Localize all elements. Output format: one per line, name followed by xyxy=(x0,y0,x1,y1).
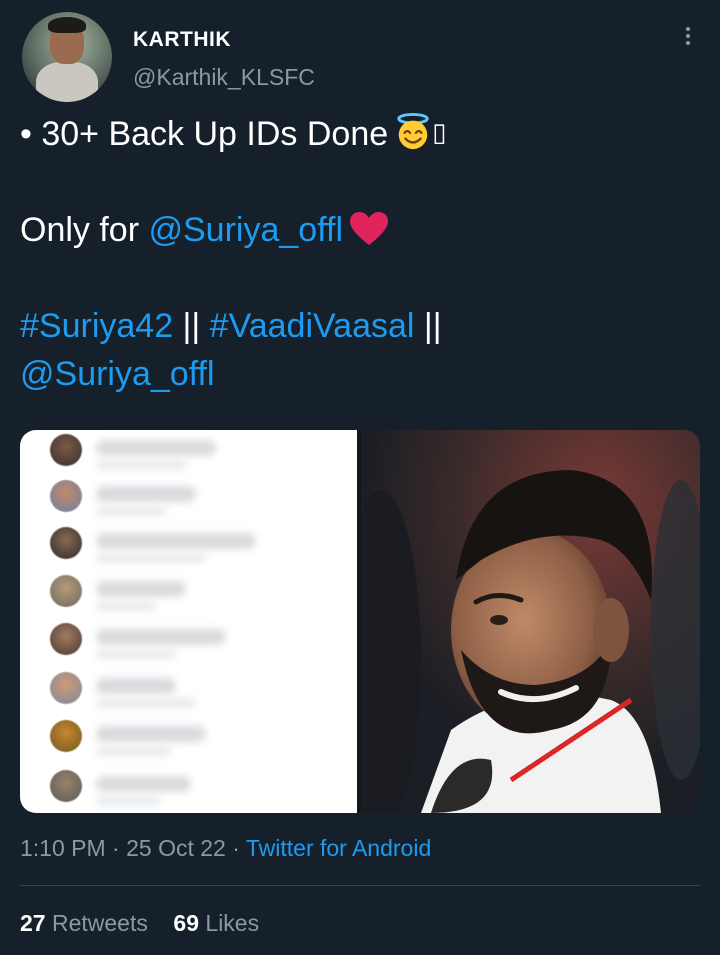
hashtag-link-vaadivaasal[interactable]: #VaadiVaasal xyxy=(210,307,415,345)
avatar xyxy=(50,480,82,512)
tweet-line-2: Only for @Suriya_offl xyxy=(20,206,700,254)
more-vertical-icon[interactable] xyxy=(678,24,698,54)
avatar xyxy=(50,434,82,466)
separator-text: || xyxy=(414,307,442,345)
smiling-face-with-halo-icon xyxy=(397,113,429,150)
list-item xyxy=(50,770,350,806)
avatar xyxy=(50,623,82,655)
avatar xyxy=(50,575,82,607)
tweet-line-4: @Suriya_offl xyxy=(20,350,700,398)
unsupported-glyph-box: ▯ xyxy=(432,117,447,147)
list-item xyxy=(50,720,350,756)
retweets-stat[interactable]: 27 Retweets xyxy=(20,910,148,936)
hashtag-link-suriya42[interactable]: #Suriya42 xyxy=(20,307,173,345)
tweet-line-2-prefix: Only for xyxy=(20,211,149,249)
mention-link[interactable]: @Suriya_offl xyxy=(20,355,215,393)
media-image-blurred-list[interactable] xyxy=(20,430,357,813)
avatar xyxy=(50,770,82,802)
retweets-label: Retweets xyxy=(51,910,148,936)
portrait-photo xyxy=(361,430,700,813)
tweet-line-1: • 30+ Back Up IDs Done ▯ xyxy=(20,108,700,158)
avatar xyxy=(50,672,82,704)
likes-count: 69 xyxy=(173,910,200,936)
tweet-date[interactable]: 25 Oct 22 xyxy=(126,835,226,861)
separator-text: || xyxy=(173,307,210,345)
tweet-line-3: #Suriya42 || #VaadiVaasal || xyxy=(20,302,700,350)
tweet-header: KARTHIK @Karthik_KLSFC xyxy=(0,0,720,110)
tweet-source-link[interactable]: Twitter for Android xyxy=(246,835,431,861)
author-avatar[interactable] xyxy=(22,12,112,102)
likes-label: Likes xyxy=(205,910,260,936)
mention-link[interactable]: @Suriya_offl xyxy=(148,211,343,249)
list-item xyxy=(50,623,350,659)
author-display-name[interactable]: KARTHIK xyxy=(133,28,231,52)
meta-separator: · xyxy=(105,835,127,861)
divider xyxy=(20,885,700,886)
meta-separator: · xyxy=(225,835,246,861)
avatar xyxy=(50,720,82,752)
tweet-meta: 1:10 PM · 25 Oct 22 · Twitter for Androi… xyxy=(20,835,431,862)
tweet-line-1-text: • 30+ Back Up IDs Done xyxy=(20,115,389,153)
author-handle[interactable]: @Karthik_KLSFC xyxy=(133,64,315,91)
tweet-page: KARTHIK @Karthik_KLSFC • 30+ Back Up IDs… xyxy=(0,0,720,955)
likes-stat[interactable]: 69 Likes xyxy=(173,910,259,936)
tweet-text: • 30+ Back Up IDs Done ▯ Only for @Suriy… xyxy=(20,108,700,398)
tweet-time[interactable]: 1:10 PM xyxy=(20,835,106,861)
list-item xyxy=(50,480,350,516)
retweets-count: 27 xyxy=(20,910,46,936)
list-item xyxy=(50,434,350,470)
tweet-media-grid xyxy=(20,430,700,813)
avatar xyxy=(50,527,82,559)
red-heart-icon xyxy=(350,212,389,245)
list-item xyxy=(50,575,350,611)
media-image-portrait[interactable] xyxy=(361,430,700,813)
list-item xyxy=(50,672,350,708)
list-item xyxy=(50,527,350,563)
tweet-stats: 27 Retweets 69 Likes xyxy=(20,910,259,937)
